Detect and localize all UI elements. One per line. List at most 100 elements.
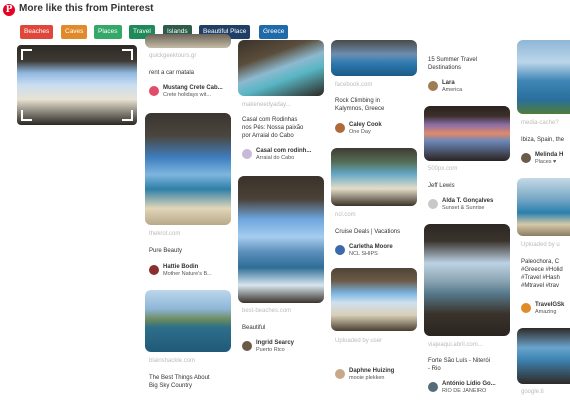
pin-card[interactable]: Uploaded by u Paleochora, C #Greece #Hol… xyxy=(517,178,570,318)
avatar xyxy=(149,265,159,275)
board-name: Mother Nature's B... xyxy=(163,271,212,277)
pin-card[interactable]: media-cache? Ibiza, Spain, the Melinda H… xyxy=(517,40,570,170)
pin-image xyxy=(145,34,231,48)
avatar xyxy=(428,199,438,209)
avatar xyxy=(149,86,159,96)
pin-source[interactable]: google.ti xyxy=(521,389,544,395)
pin-description: 15 Summer Travel xyxy=(428,57,478,63)
pin-image xyxy=(331,268,417,331)
pin-image xyxy=(517,328,570,384)
avatar xyxy=(242,149,252,159)
pin-card[interactable]: google.ti xyxy=(517,328,570,400)
pin-source[interactable]: 500px.com xyxy=(428,166,457,172)
pin-source[interactable]: blainshackle.com xyxy=(149,358,195,364)
pin-description: Paleochora, C xyxy=(521,259,560,265)
pin-description: Destinations xyxy=(428,65,462,71)
pin-source[interactable]: best-beaches.com xyxy=(242,308,291,314)
chip-places[interactable]: Places xyxy=(94,25,122,39)
board-name: Puerto Rico xyxy=(256,347,285,353)
pin-description: Rock Climbing in xyxy=(335,98,381,104)
cave-beach-image xyxy=(17,45,137,125)
pin-image xyxy=(517,178,570,236)
pin-image xyxy=(517,40,570,114)
board-name: mooie plekken xyxy=(349,375,385,381)
avatar xyxy=(521,303,531,313)
avatar xyxy=(521,153,531,163)
pin-image xyxy=(424,224,510,336)
pin-image xyxy=(145,113,231,225)
pin-card[interactable]: best-beaches.com Beautiful Ingrid Searcy… xyxy=(238,176,324,366)
pin-source[interactable]: Uploaded by user xyxy=(335,338,382,344)
board-name: Arraial do Cabo xyxy=(256,155,295,161)
pin-card[interactable]: ncl.com Cruise Deals | Vacations Carleth… xyxy=(331,148,417,263)
pin-description: Big Sky Country xyxy=(149,383,193,389)
user-name: Lara xyxy=(442,80,455,86)
user-name: Caley Cook xyxy=(349,122,382,128)
avatar xyxy=(428,81,438,91)
pin-source[interactable]: viajeaqui.abril.com... xyxy=(428,342,483,348)
board-name: Sunset & Sunrise xyxy=(442,205,485,211)
board-name: NCL SHIPS xyxy=(349,251,378,257)
avatar xyxy=(242,341,252,351)
pin-card[interactable]: facebook.com Rock Climbing in Kalymnos, … xyxy=(331,40,417,140)
avatar xyxy=(428,382,438,392)
pin-image xyxy=(424,106,510,161)
pin-image xyxy=(145,290,231,352)
pin-source[interactable]: thekrot.com xyxy=(149,231,180,237)
pin-card[interactable]: 15 Summer Travel Destinations Lara Ameri… xyxy=(424,40,510,105)
pin-image xyxy=(331,40,417,76)
pin-card[interactable]: viajeaqui.abril.com... Forte São Luís - … xyxy=(424,224,510,400)
pin-source[interactable]: quickgeektours.gr xyxy=(149,53,196,59)
avatar xyxy=(335,369,345,379)
pin-image xyxy=(238,176,324,303)
pin-card[interactable]: Uploaded by user Daphne Huizing mooie pl… xyxy=(331,268,417,386)
pin-card[interactable]: makeneedyaday... Casal com Rodinhas nos … xyxy=(238,40,324,170)
pin-description: #Mtravel #trav xyxy=(521,283,560,289)
pinterest-logo-icon[interactable]: P xyxy=(3,4,15,16)
crop-corner-br-icon xyxy=(122,110,133,121)
pin-description: #Greece #Holid xyxy=(521,267,563,273)
chip-greece[interactable]: Greece xyxy=(259,25,289,39)
pin-description: Cruise Deals | Vacations xyxy=(335,229,401,235)
user-name: Casal com rodinh... xyxy=(256,148,312,154)
user-name: Melinda H xyxy=(535,152,564,158)
user-name: Daphne Huizing xyxy=(349,368,395,374)
chip-caves[interactable]: Caves xyxy=(61,25,88,39)
pin-source[interactable]: media-cache? xyxy=(521,120,559,126)
user-name: Ingrid Searcy xyxy=(256,340,295,346)
board-name: RIO DE JANEIRO xyxy=(442,388,487,394)
user-name: Alda T. Gonçalves xyxy=(442,198,494,204)
user-name: António Lídio Go... xyxy=(442,381,496,387)
board-name: Crete holidays wit... xyxy=(163,92,211,98)
pin-description: The Best Things About xyxy=(149,375,210,381)
pin-source[interactable]: facebook.com xyxy=(335,82,372,88)
avatar xyxy=(335,123,345,133)
pin-description: rent a car matala xyxy=(149,70,195,76)
pin-card[interactable]: quickgeektours.gr rent a car matala Must… xyxy=(145,34,231,110)
user-name: Hattie Bodin xyxy=(163,264,199,270)
pin-card[interactable]: 500px.com Jeff Lewis Alda T. Gonçalves S… xyxy=(424,106,510,216)
page-title: More like this from Pinterest xyxy=(19,3,154,14)
pin-source[interactable]: Uploaded by u xyxy=(521,242,560,248)
pin-source[interactable]: makeneedyaday... xyxy=(242,102,291,108)
pin-description: Forte São Luís - Niterói xyxy=(428,358,491,364)
board-name: America xyxy=(442,87,463,93)
pin-description: Kalymnos, Greece xyxy=(335,106,385,112)
pin-source[interactable]: ncl.com xyxy=(335,212,356,218)
board-name: Amazing xyxy=(535,309,557,315)
pin-card[interactable]: thekrot.com Pure Beauty Hattie Bodin Mot… xyxy=(145,113,231,283)
board-name: Places ♥ xyxy=(535,159,557,165)
chip-beaches[interactable]: Beaches xyxy=(20,25,54,39)
header: P More like this from Pinterest xyxy=(0,0,570,22)
pin-description: Beautiful xyxy=(242,325,266,331)
selected-pin-image[interactable] xyxy=(17,45,137,125)
pin-description: Ibiza, Spain, the xyxy=(521,137,565,143)
pin-description: nos Pés: Nossa paixão xyxy=(242,125,304,131)
user-name: Carletha Moore xyxy=(349,244,393,250)
pin-card[interactable]: blainshackle.com The Best Things About B… xyxy=(145,290,231,400)
pin-description: Casal com Rodinhas xyxy=(242,117,298,123)
avatar xyxy=(335,245,345,255)
crop-corner-tl-icon xyxy=(21,49,32,60)
user-name: TravelGSk xyxy=(535,302,565,308)
pin-description: Jeff Lewis xyxy=(428,183,455,189)
